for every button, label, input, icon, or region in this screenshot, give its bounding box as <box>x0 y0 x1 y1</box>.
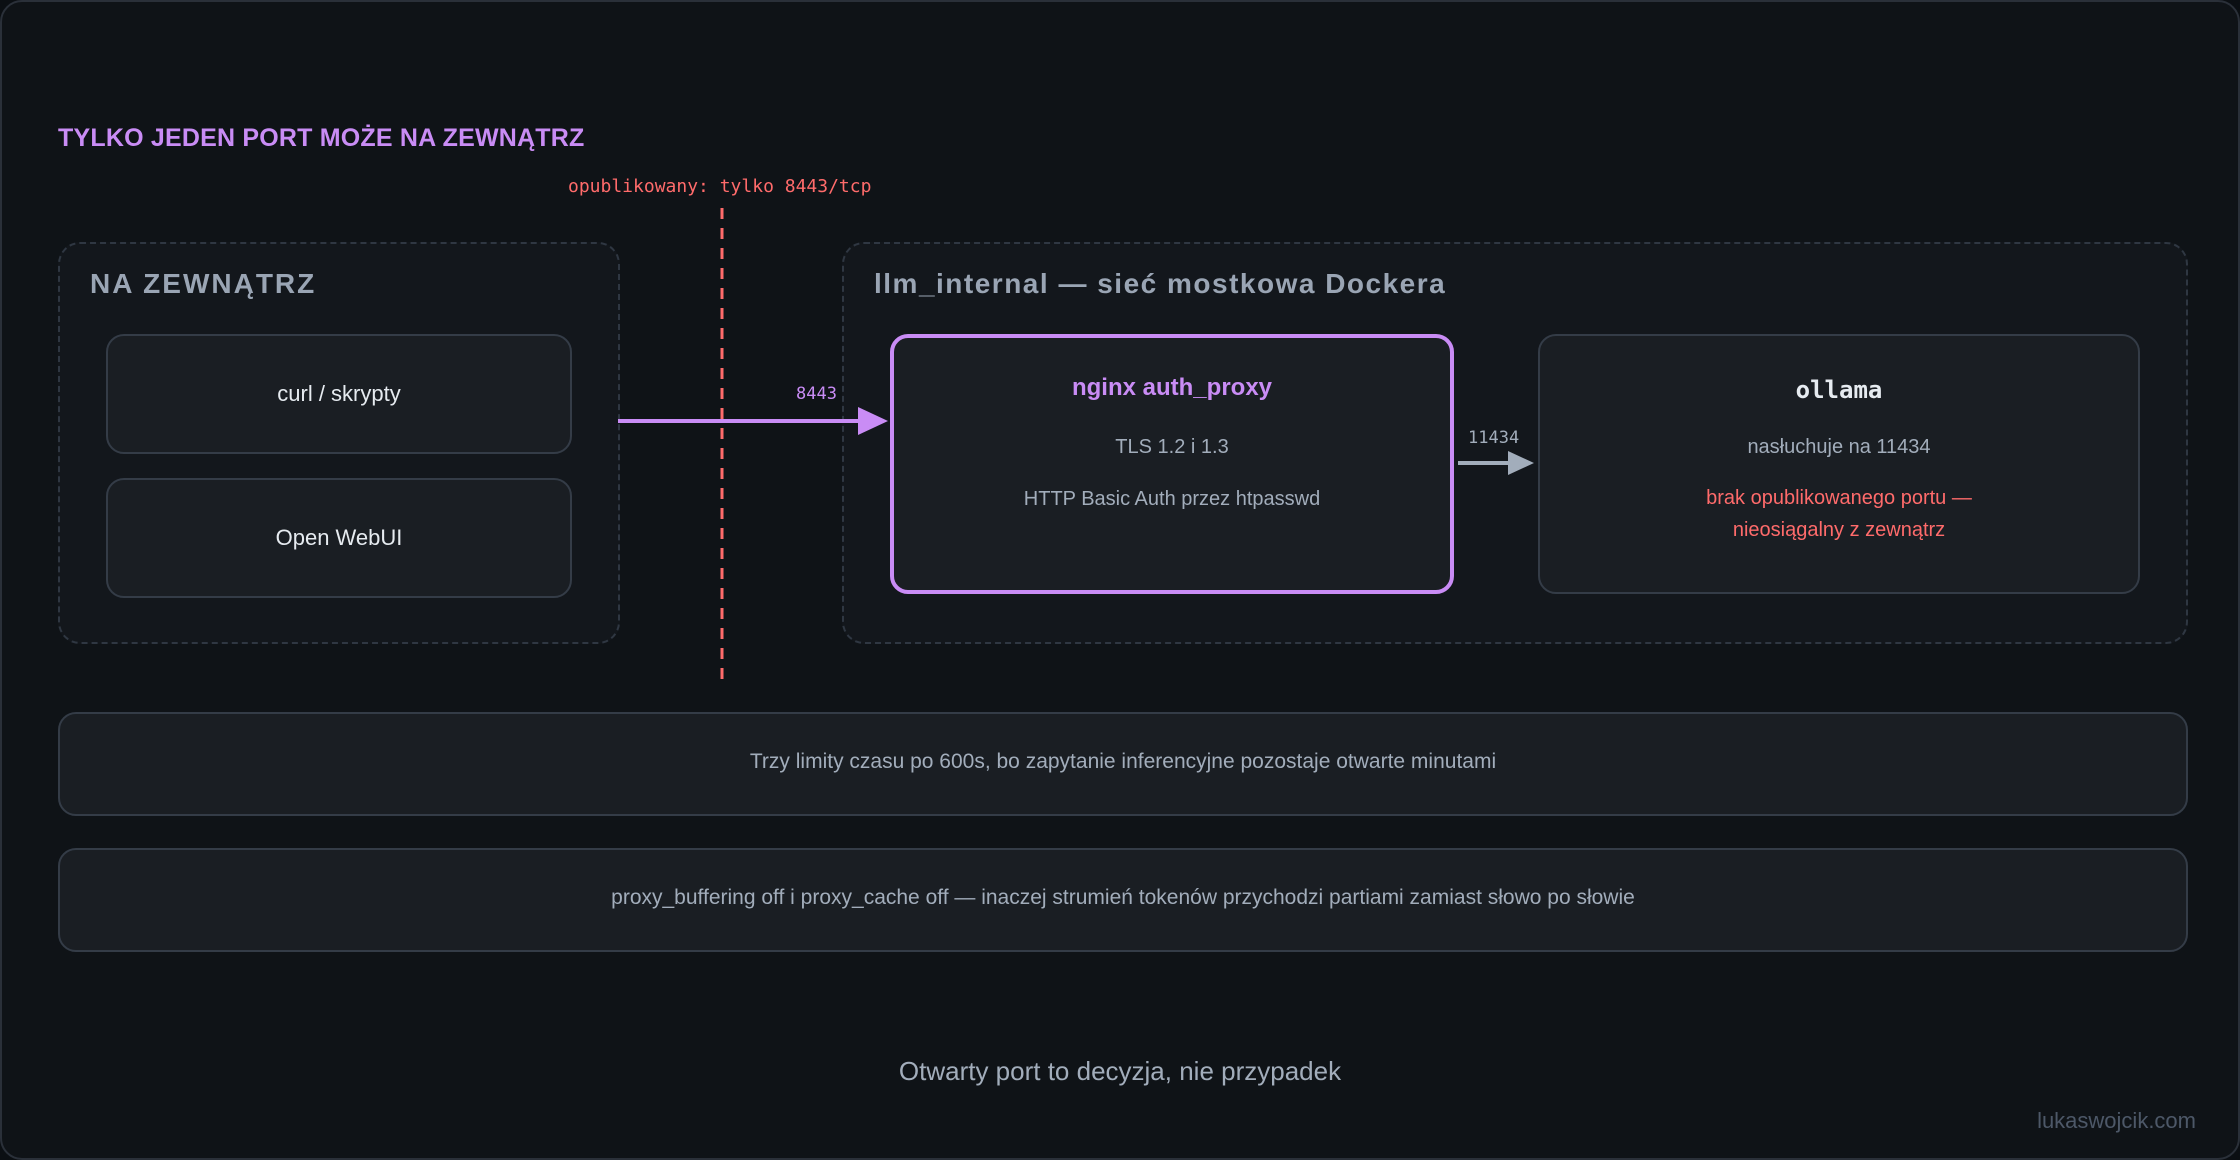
internal-port-label: 11434 <box>1468 428 1520 448</box>
diagram-canvas: TYLKO JEDEN PORT MOŻE NA ZEWNĄTRZ opubli… <box>0 0 2240 1160</box>
note-buffering-text: proxy_buffering off i proxy_cache off — … <box>611 886 1635 909</box>
connectors-layer <box>618 208 1534 684</box>
note-timeouts-text: Trzy limity czasu po 600s, bo zapytanie … <box>749 750 1497 773</box>
note-buffering: proxy_buffering off i proxy_cache off — … <box>58 848 2188 952</box>
internal-arrow-head <box>1508 451 1534 475</box>
note-timeouts: Trzy limity czasu po 600s, bo zapytanie … <box>58 712 2188 816</box>
external-arrow-head <box>858 407 888 435</box>
site-watermark: lukaswojcik.com <box>2037 1108 2196 1133</box>
footer-tagline: Otwarty port to decyzja, nie przypadek <box>898 1056 1342 1086</box>
external-port-label: 8443 <box>796 384 837 404</box>
